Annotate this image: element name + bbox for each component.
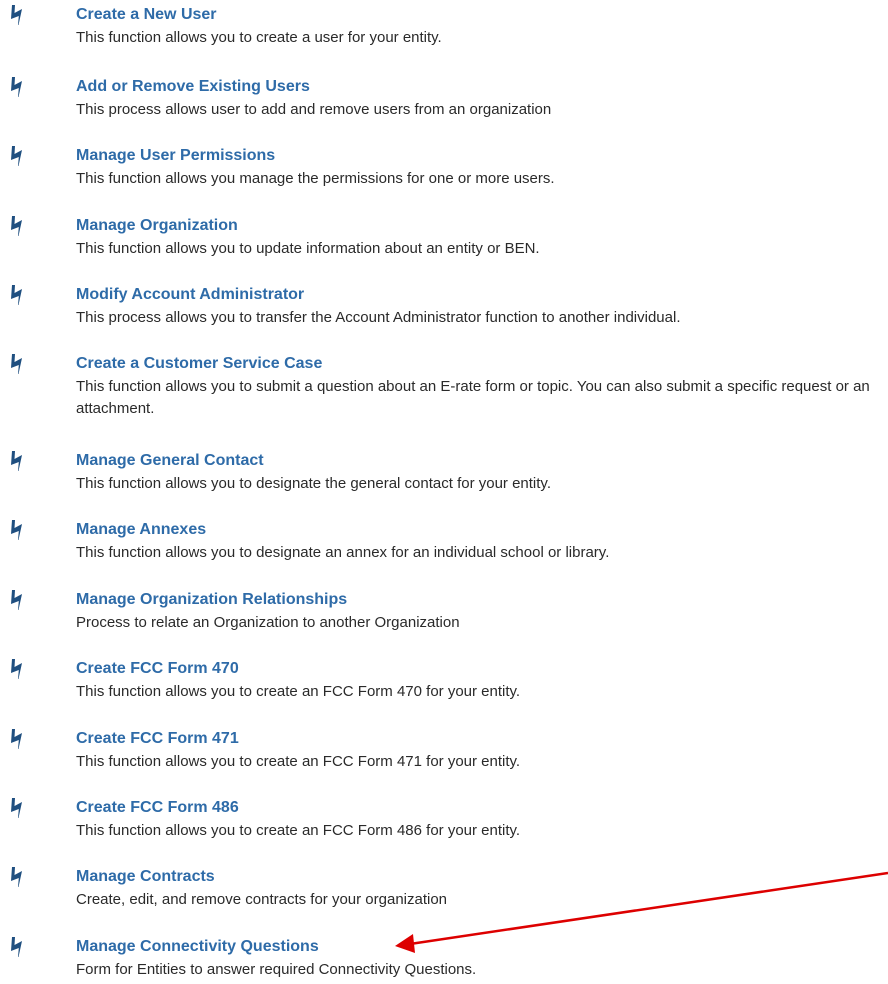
modify-account-administrator-link[interactable]: Modify Account Administrator: [76, 285, 304, 305]
manage-contracts-link[interactable]: Manage Contracts: [76, 867, 215, 887]
add-remove-users-link[interactable]: Add or Remove Existing Users: [76, 77, 310, 97]
lightning-bolt-icon: [10, 450, 24, 472]
lightning-bolt-icon: [10, 797, 24, 819]
lightning-bolt-icon: [10, 76, 24, 98]
task-description: This function allows you to designate an…: [76, 544, 610, 561]
lightning-bolt-icon: [10, 936, 24, 958]
task-description: This function allows you to designate th…: [76, 475, 551, 492]
task-description: This function allows you to create an FC…: [76, 822, 521, 839]
task-description: Create, edit, and remove contracts for y…: [76, 891, 448, 908]
lightning-bolt-icon: [10, 145, 24, 167]
task-description: This function allows you to create an FC…: [76, 753, 521, 770]
create-customer-service-case-link[interactable]: Create a Customer Service Case: [76, 354, 322, 374]
create-fcc-form-471-link[interactable]: Create FCC Form 471: [76, 729, 239, 749]
manage-user-permissions-link[interactable]: Manage User Permissions: [76, 146, 275, 166]
lightning-bolt-icon: [10, 866, 24, 888]
create-new-user-link[interactable]: Create a New User: [76, 5, 217, 25]
lightning-bolt-icon: [10, 658, 24, 680]
lightning-bolt-icon: [10, 728, 24, 750]
manage-general-contact-link[interactable]: Manage General Contact: [76, 451, 264, 471]
task-description: This function allows you to create a use…: [76, 29, 442, 46]
manage-organization-relationships-link[interactable]: Manage Organization Relationships: [76, 590, 347, 610]
task-description: This process allows user to add and remo…: [76, 101, 552, 118]
task-description: Process to relate an Organization to ano…: [76, 614, 460, 631]
task-description: This function allows you to create an FC…: [76, 683, 521, 700]
task-description: Form for Entities to answer required Con…: [76, 961, 477, 978]
lightning-bolt-icon: [10, 284, 24, 306]
lightning-bolt-icon: [10, 215, 24, 237]
lightning-bolt-icon: [10, 353, 24, 375]
lightning-bolt-icon: [10, 589, 24, 611]
manage-annexes-link[interactable]: Manage Annexes: [76, 520, 206, 540]
manage-organization-link[interactable]: Manage Organization: [76, 216, 238, 236]
task-description: This function allows you to submit a que…: [76, 378, 870, 417]
lightning-bolt-icon: [10, 4, 24, 26]
create-fcc-form-470-link[interactable]: Create FCC Form 470: [76, 659, 239, 679]
create-fcc-form-486-link[interactable]: Create FCC Form 486: [76, 798, 239, 818]
task-description: This function allows you to update infor…: [76, 240, 540, 257]
task-description: This function allows you manage the perm…: [76, 170, 555, 187]
manage-connectivity-questions-link[interactable]: Manage Connectivity Questions: [76, 937, 319, 957]
task-description: This process allows you to transfer the …: [76, 309, 681, 326]
lightning-bolt-icon: [10, 519, 24, 541]
